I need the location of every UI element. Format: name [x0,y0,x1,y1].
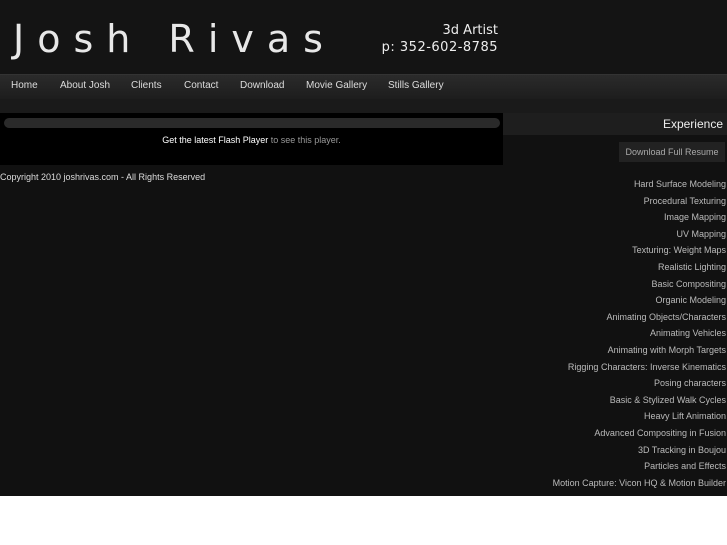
page-background: Josh Rivas 3d Artist p: 352-602-8785 Hom… [0,0,727,496]
flash-player-placeholder: Get the latest Flash Player to see this … [0,113,503,165]
artist-role: 3d Artist [442,23,498,38]
phone-number: p: 352-602-8785 [381,40,498,55]
skill-item: Heavy Lift Animation [643,411,726,422]
nav-about-josh[interactable]: About Josh [60,75,110,99]
skill-item: 3D Tracking in Boujou [637,444,726,455]
nav-stills-gallery[interactable]: Stills Gallery [388,75,444,99]
skill-item: Animating Vehicles [649,328,726,339]
skill-item: Rigging Characters: Inverse Kinematics [567,361,726,372]
flash-message-rest: to see this player. [268,135,341,145]
skill-item: Animating with Morph Targets [607,344,726,355]
skill-item: Particles and Effects [644,461,726,472]
skill-item: Image Mapping [663,212,726,223]
skills-list: Hard Surface Modeling Procedural Texturin… [0,176,727,491]
download-resume-button[interactable]: Download Full Resume [619,142,725,162]
get-flash-player-link[interactable]: Get the latest Flash Player [162,135,268,145]
nav-clients[interactable]: Clients [131,75,162,99]
skill-item: Advanced Compositing in Fusion [594,427,726,438]
nav-contact[interactable]: Contact [184,75,218,99]
nav-movie-gallery[interactable]: Movie Gallery [306,75,367,99]
skill-item: Procedural Texturing [643,195,726,206]
nav-download[interactable]: Download [240,75,284,99]
skill-item: Motion Capture: Vicon HQ & Motion Builde… [552,477,726,488]
site-logo[interactable]: Josh Rivas [13,16,336,62]
skill-item: Organic Modeling [655,295,726,306]
site-header: Josh Rivas 3d Artist p: 352-602-8785 [0,0,727,74]
nav-home[interactable]: Home [11,75,38,99]
experience-title: Experience [662,117,723,131]
skill-item: Basic & Stylized Walk Cycles [609,394,726,405]
skill-item: Realistic Lighting [657,261,726,272]
skill-item: Basic Compositing [651,278,726,289]
skill-item: Posing characters [653,378,726,389]
skill-item: Texturing: Weight Maps [632,245,726,256]
content-top-band [0,99,727,113]
skill-item: UV Mapping [676,228,726,239]
experience-header: Experience [503,113,727,135]
skill-item: Animating Objects/Characters [606,311,726,322]
flash-player-bar [4,118,500,128]
skill-item: Hard Surface Modeling [633,179,726,189]
flash-message: Get the latest Flash Player to see this … [0,135,503,145]
main-nav: Home About Josh Clients Contact Download… [0,74,727,99]
